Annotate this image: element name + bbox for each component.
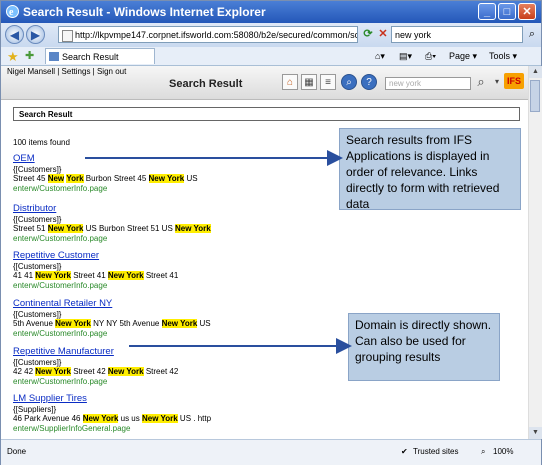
vertical-scrollbar[interactable]: ▲ ▼ bbox=[528, 66, 542, 439]
status-bar: Done ✔ Trusted sites ⌕ 100% bbox=[1, 439, 541, 465]
zone-label: Trusted sites bbox=[413, 447, 459, 456]
svg-text:e: e bbox=[9, 7, 14, 18]
search-icon[interactable]: ⌕ bbox=[524, 27, 540, 42]
maximize-button[interactable]: □ bbox=[498, 3, 516, 20]
title-bar: e Search Result - Windows Internet Explo… bbox=[1, 1, 541, 23]
address-bar: ◀ ▶ http://lkpvmpe147.corpnet.ifsworld.c… bbox=[1, 23, 541, 47]
annotation-arrows bbox=[85, 150, 352, 354]
browser-window: e Search Result - Windows Internet Explo… bbox=[0, 0, 542, 465]
scroll-down-icon[interactable]: ▼ bbox=[529, 427, 542, 439]
refresh-icon[interactable]: ⟳ bbox=[360, 27, 376, 42]
trusted-sites-icon: ✔ bbox=[401, 447, 408, 456]
add-favorites-icon[interactable]: ✚ bbox=[25, 49, 34, 62]
page-icon bbox=[62, 30, 73, 42]
url-text: http://lkpvmpe147.corpnet.ifsworld.com:5… bbox=[75, 30, 357, 40]
scroll-thumb[interactable] bbox=[530, 80, 540, 112]
back-icon[interactable]: ◀ bbox=[5, 25, 24, 44]
page-content: Nigel Mansell | Settings | Sign out Sear… bbox=[1, 66, 528, 439]
close-button[interactable]: ✕ bbox=[518, 3, 536, 20]
print-icon[interactable]: ⎙▾ bbox=[425, 49, 436, 63]
status-text: Done bbox=[7, 447, 27, 456]
tools-menu[interactable]: Tools ▾ bbox=[489, 49, 517, 63]
scroll-up-icon[interactable]: ▲ bbox=[529, 66, 542, 78]
zoom-icon[interactable]: ⌕ bbox=[481, 447, 485, 457]
tab-bar: ★ ✚ Search Result ⌂▾ ▤▾ ⎙▾ Page ▾ Tools … bbox=[1, 47, 541, 66]
tab-search-result[interactable]: Search Result bbox=[45, 48, 155, 64]
browser-search-input[interactable]: new york bbox=[391, 26, 523, 43]
page-menu[interactable]: Page ▾ bbox=[449, 49, 477, 63]
tab-label: Search Result bbox=[62, 52, 119, 62]
ie-logo-icon: e bbox=[6, 5, 19, 18]
zoom-level[interactable]: 100% bbox=[493, 447, 513, 456]
favorites-star-icon[interactable]: ★ bbox=[7, 49, 19, 65]
feeds-icon[interactable]: ▤▾ bbox=[399, 49, 412, 63]
stop-icon[interactable]: ✕ bbox=[375, 27, 391, 42]
forward-icon[interactable]: ▶ bbox=[26, 25, 45, 44]
minimize-button[interactable]: _ bbox=[478, 3, 496, 20]
window-title: Search Result - Windows Internet Explore… bbox=[23, 5, 266, 19]
url-field[interactable]: http://lkpvmpe147.corpnet.ifsworld.com:5… bbox=[58, 26, 358, 43]
page-icon bbox=[49, 52, 59, 61]
home-icon[interactable]: ⌂▾ bbox=[375, 49, 385, 63]
